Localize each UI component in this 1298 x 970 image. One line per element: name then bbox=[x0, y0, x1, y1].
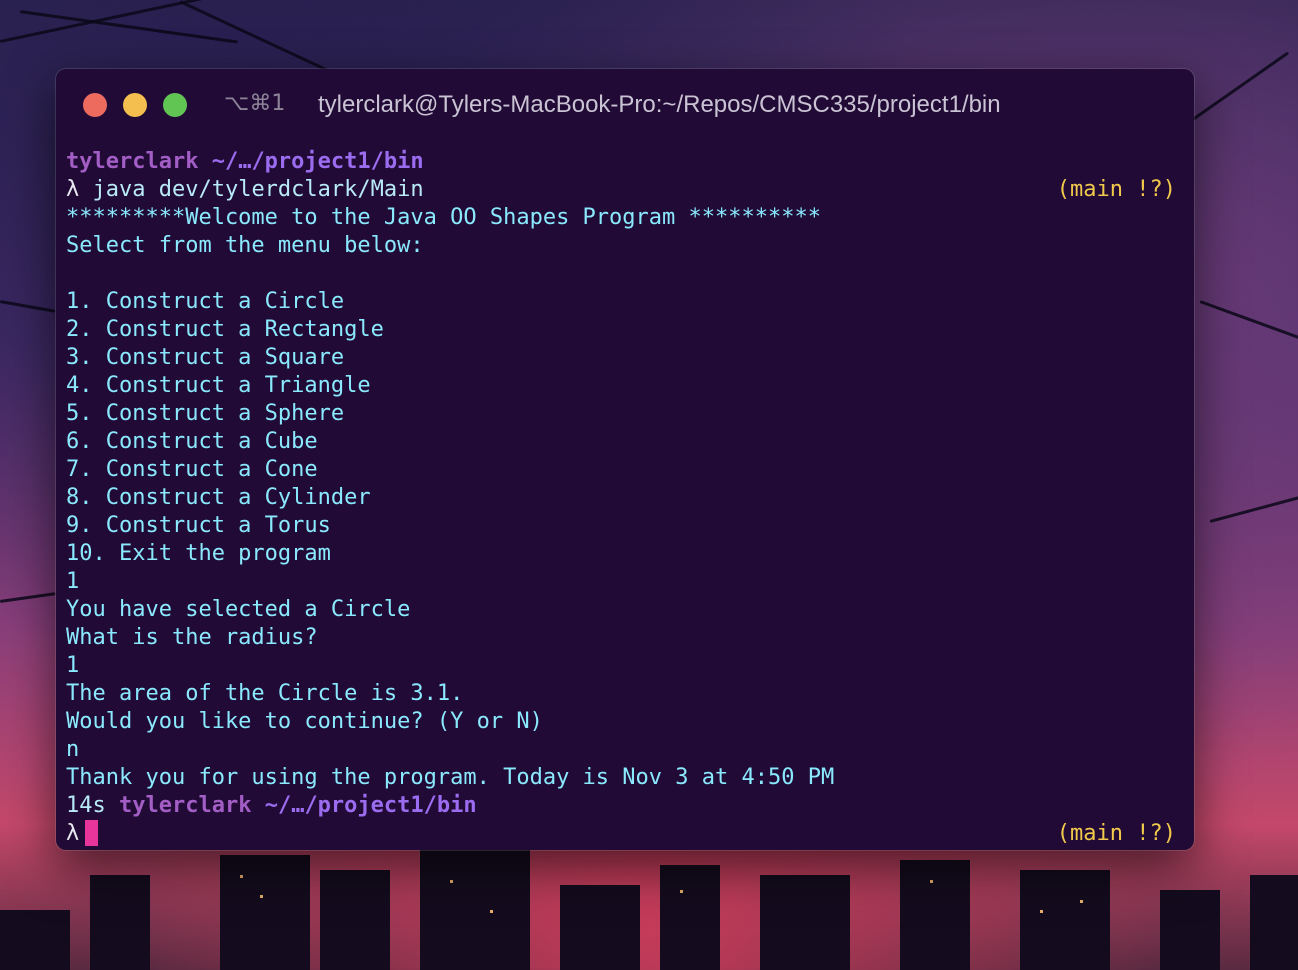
output-line: Thank you for using the program. Today i… bbox=[66, 765, 835, 790]
command-duration: 14s bbox=[66, 793, 106, 818]
command-line: λ java dev/tylerdclark/Main (main !?) bbox=[66, 176, 1176, 204]
output-line: What is the radius? bbox=[66, 625, 318, 650]
output-line: 7. Construct a Cone bbox=[66, 457, 318, 482]
command-text: java dev/tylerdclark/Main bbox=[92, 177, 424, 202]
prompt-line: 14s tylerclark ~/…/project1/bin bbox=[66, 792, 1176, 820]
git-status: (main !?) bbox=[1056, 821, 1176, 846]
output-line: n bbox=[66, 737, 80, 762]
prompt-symbol: λ bbox=[66, 821, 80, 846]
terminal-window[interactable]: ⌥⌘1 tylerclark@Tylers-MacBook-Pro:~/Repo… bbox=[56, 69, 1194, 850]
tab-shortcut-label: ⌥⌘1 bbox=[224, 91, 286, 116]
prompt-path: ~/…/project1/bin bbox=[211, 149, 424, 174]
close-button[interactable] bbox=[83, 93, 107, 117]
output-line: 2. Construct a Rectangle bbox=[66, 317, 384, 342]
output-line: The area of the Circle is 3.1. bbox=[66, 681, 464, 706]
output-line: 1 bbox=[66, 653, 80, 678]
git-status: (main !?) bbox=[1056, 177, 1176, 202]
prompt-symbol: λ bbox=[66, 177, 80, 202]
prompt-line: tylerclark ~/…/project1/bin bbox=[66, 148, 1176, 176]
output-line: 5. Construct a Sphere bbox=[66, 401, 345, 426]
minimize-button[interactable] bbox=[123, 93, 147, 117]
input-line[interactable]: λ (main !?) bbox=[66, 820, 1176, 848]
output-line: 3. Construct a Square bbox=[66, 345, 345, 370]
output-line: Select from the menu below: bbox=[66, 233, 424, 258]
output-line: 4. Construct a Triangle bbox=[66, 373, 371, 398]
output-line: 9. Construct a Torus bbox=[66, 513, 331, 538]
output-line: 8. Construct a Cylinder bbox=[66, 485, 371, 510]
output-line: 6. Construct a Cube bbox=[66, 429, 318, 454]
text-cursor bbox=[85, 820, 99, 846]
output-line: 10. Exit the program bbox=[66, 541, 331, 566]
window-title: tylerclark@Tylers-MacBook-Pro:~/Repos/CM… bbox=[318, 91, 1001, 118]
output-line: 1 bbox=[66, 569, 80, 594]
output-line: Would you like to continue? (Y or N) bbox=[66, 709, 543, 734]
prompt-user: tylerclark bbox=[119, 793, 252, 818]
output-line: *********Welcome to the Java OO Shapes P… bbox=[66, 205, 821, 230]
output-line: You have selected a Circle bbox=[66, 597, 411, 622]
output-line: 1. Construct a Circle bbox=[66, 289, 345, 314]
terminal-content[interactable]: tylerclark ~/…/project1/bin λ java dev/t… bbox=[66, 148, 1176, 848]
prompt-user: tylerclark bbox=[66, 149, 199, 174]
prompt-path: ~/…/project1/bin bbox=[264, 793, 477, 818]
zoom-button[interactable] bbox=[163, 93, 187, 117]
title-bar[interactable]: ⌥⌘1 tylerclark@Tylers-MacBook-Pro:~/Repo… bbox=[56, 69, 1194, 141]
